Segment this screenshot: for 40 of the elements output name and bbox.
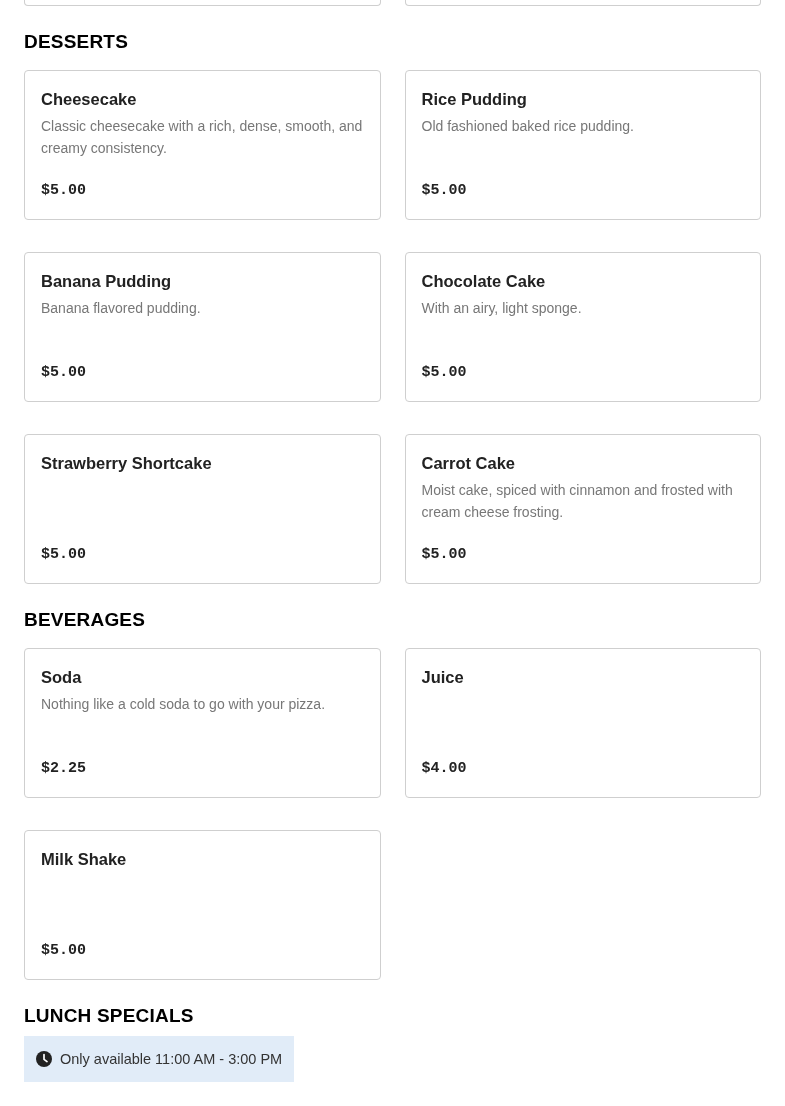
item-price: $5.00 [421, 181, 468, 201]
item-price: $5.00 [41, 181, 87, 201]
menu-card[interactable]: Milk Shake $5.00 [24, 830, 381, 980]
menu-card[interactable]: Chocolate Cake With an airy, light sponge. $5.00 [404, 252, 761, 402]
item-name: Chocolate Cake [421, 271, 547, 292]
menu-card[interactable]: Juice $4.00 [404, 648, 761, 798]
section-heading: LUNCH SPECIALS [24, 1004, 195, 1028]
menu-card[interactable]: Rice Pudding Old fashioned baked rice pudding. $5.00 [404, 70, 761, 220]
section-heading: BEVERAGES [24, 608, 147, 632]
menu-card[interactable]: Banana Pudding Banana flavored pudding. $5.00 [24, 252, 381, 402]
menu-card[interactable]: Soda Nothing like a cold soda to go with your pizza. $2.25 [24, 648, 381, 798]
item-price: $5.00 [41, 941, 87, 961]
section-heading: DESSERTS [24, 30, 129, 54]
item-name: Carrot Cake [421, 453, 517, 474]
item-price: $5.00 [41, 363, 87, 383]
item-name: Banana Pudding [41, 271, 173, 292]
item-name: Juice [421, 667, 465, 688]
item-name: Strawberry Shortcake [41, 453, 213, 474]
menu-card[interactable]: Cheesecake Classic cheesecake with a rich, dense, smooth, and creamy consistency. $5.00 [24, 70, 381, 220]
item-name: Soda [41, 667, 83, 688]
item-price: $2.25 [41, 759, 87, 779]
item-price: $5.00 [41, 545, 87, 565]
item-price: $4.00 [421, 759, 468, 779]
item-description: Banana flavored pudding. [41, 299, 202, 318]
item-name: Rice Pudding [421, 89, 528, 110]
notice-text: Only available 11:00 AM - 3:00 PM [60, 1051, 283, 1067]
item-description: Classic cheesecake with a rich, dense, smooth, and creamy consistency. [41, 117, 364, 158]
item-description: Moist cake, spiced with cinnamon and frosted with cream cheese frosting. [421, 481, 734, 522]
item-price: $5.00 [421, 545, 468, 565]
menu-card[interactable]: Carrot Cake Moist cake, spiced with cinnamon and frosted with cream cheese frosting. $5.00 [404, 434, 761, 584]
item-price: $5.00 [421, 363, 468, 383]
item-description: Old fashioned baked rice pudding. [421, 117, 635, 136]
menu-card[interactable]: Strawberry Shortcake $5.00 [24, 434, 381, 584]
clock-icon [36, 1051, 52, 1067]
item-description: Nothing like a cold soda to go with your pizza. [41, 695, 327, 714]
menu-card[interactable] [404, 0, 761, 6]
menu-card[interactable] [24, 0, 381, 6]
item-description: With an airy, light sponge. [421, 299, 583, 318]
item-name: Milk Shake [41, 849, 128, 870]
item-name: Cheesecake [41, 89, 138, 110]
